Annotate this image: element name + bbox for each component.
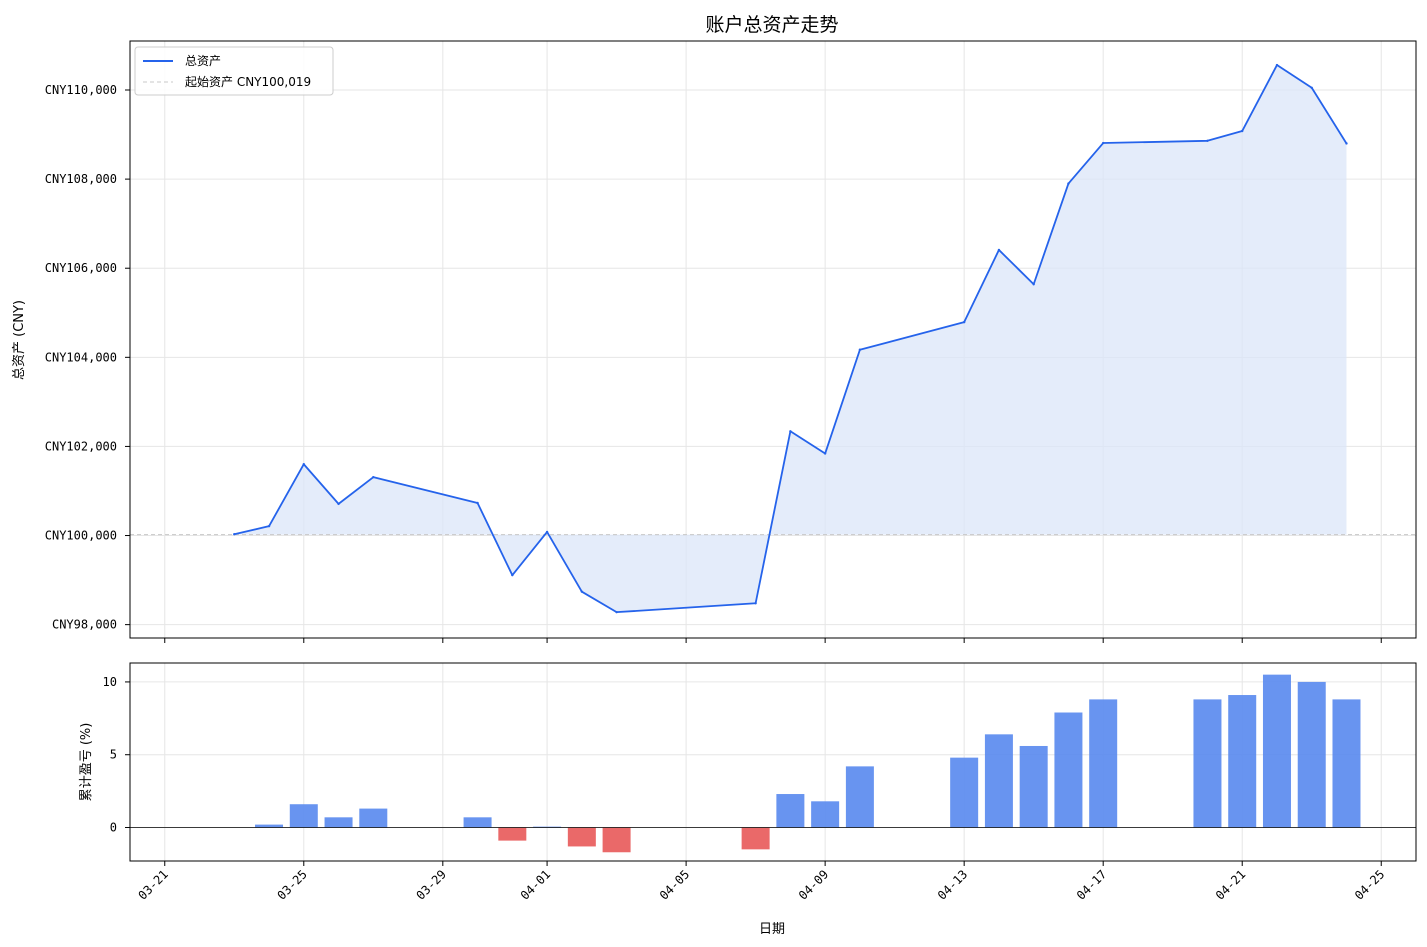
asset-point bbox=[302, 463, 305, 466]
top-y-tick-label: CNY102,000 bbox=[45, 439, 117, 453]
pnl-bars bbox=[255, 674, 1361, 853]
pnl-bar bbox=[289, 804, 318, 828]
asset-point bbox=[789, 430, 792, 433]
pnl-bar bbox=[602, 827, 631, 853]
chart-title: 账户总资产走势 bbox=[705, 14, 838, 36]
asset-point bbox=[1101, 141, 1105, 145]
asset-point bbox=[754, 602, 757, 605]
top-y-tick-label: CNY106,000 bbox=[45, 261, 117, 275]
pnl-bar bbox=[1262, 674, 1291, 828]
asset-point bbox=[1275, 63, 1279, 67]
asset-point bbox=[337, 502, 340, 506]
pnl-bar bbox=[811, 801, 840, 828]
asset-point bbox=[615, 610, 618, 614]
asset-point bbox=[1206, 139, 1209, 142]
legend: 总资产 起始资产 CNY100,019 bbox=[134, 46, 334, 96]
bottom-y-axis-title: 累计盈亏 (%) bbox=[79, 723, 94, 802]
x-axis-title: 日期 bbox=[759, 922, 785, 937]
pnl-bar bbox=[255, 824, 284, 828]
asset-area bbox=[234, 65, 1347, 613]
x-tick-label: 04-21 bbox=[1213, 867, 1248, 902]
x-tick-label: 04-17 bbox=[1074, 867, 1109, 902]
bottom-plot-frame bbox=[129, 662, 1417, 862]
asset-point bbox=[1310, 86, 1313, 89]
asset-point bbox=[476, 501, 479, 505]
pnl-bar bbox=[567, 827, 596, 847]
asset-point bbox=[823, 452, 827, 455]
x-tick-label: 03-21 bbox=[135, 867, 170, 902]
asset-point bbox=[545, 530, 549, 534]
asset-point bbox=[233, 532, 236, 536]
x-tick-label: 04-13 bbox=[935, 867, 970, 902]
top-y-axis-title: 总资产 (CNY) bbox=[12, 300, 27, 380]
pnl-bar bbox=[1054, 712, 1083, 828]
pnl-bar bbox=[498, 827, 527, 841]
x-tick-label: 03-29 bbox=[413, 867, 448, 902]
pnl-bar bbox=[950, 757, 979, 828]
pnl-bar bbox=[984, 734, 1013, 828]
top-y-tick-label: CNY104,000 bbox=[45, 350, 117, 364]
bottom-y-tick-label: 0 bbox=[110, 821, 117, 835]
asset-point bbox=[511, 573, 514, 577]
asset-area-fill bbox=[234, 65, 1347, 613]
bottom-y-tick-label: 10 bbox=[103, 675, 117, 689]
asset-point bbox=[372, 475, 375, 479]
bottom-y-axis: 0 5 10 bbox=[103, 675, 130, 835]
top-y-axis: CNY98,000 CNY100,000 CNY102,000 CNY104,000 C… bbox=[45, 83, 130, 632]
top-y-tick-label: CNY100,000 bbox=[45, 529, 117, 543]
x-tick-label: 03-25 bbox=[274, 867, 309, 902]
asset-point bbox=[1032, 283, 1035, 286]
asset-point bbox=[997, 248, 1001, 252]
bottom-grid bbox=[130, 663, 1416, 861]
top-y-tick-label: CNY108,000 bbox=[45, 172, 117, 186]
top-y-tick-label: CNY98,000 bbox=[52, 618, 117, 632]
pnl-bar bbox=[845, 766, 874, 828]
pnl-bar bbox=[741, 827, 770, 850]
asset-point bbox=[858, 348, 862, 351]
x-tick-label: 04-25 bbox=[1352, 867, 1387, 902]
x-tick-label: 04-01 bbox=[518, 867, 553, 902]
asset-point bbox=[962, 320, 966, 324]
asset-point bbox=[1345, 142, 1348, 145]
x-tick-label: 04-09 bbox=[796, 867, 831, 902]
asset-point bbox=[1241, 129, 1244, 133]
pnl-bar bbox=[1297, 681, 1326, 828]
pnl-bar bbox=[1019, 745, 1048, 828]
pnl-bar bbox=[1193, 699, 1222, 828]
bottom-x-axis: 03-21 03-25 03-29 04-01 04-05 04-09 04-13 04-17… bbox=[135, 861, 1387, 903]
legend-label-reference: 起始资产 CNY100,019 bbox=[185, 75, 311, 89]
x-tick-label: 04-05 bbox=[657, 867, 692, 902]
top-x-ticks bbox=[164, 638, 1382, 643]
pnl-bar bbox=[324, 817, 353, 828]
asset-chart: 账户总资产走势 CNY98,000CNY100,000CNY102,000CNY… bbox=[12, 14, 1417, 937]
pnl-bar bbox=[1089, 699, 1118, 828]
asset-point bbox=[580, 590, 584, 593]
pnl-bar bbox=[1228, 695, 1257, 828]
bottom-y-tick-label: 5 bbox=[110, 748, 117, 762]
asset-point bbox=[1067, 182, 1070, 185]
top-y-tick-label: CNY110,000 bbox=[45, 83, 117, 97]
pnl-bar bbox=[776, 794, 805, 828]
pnl-bar bbox=[359, 808, 388, 828]
pnl-bar bbox=[1332, 699, 1361, 828]
asset-point bbox=[267, 524, 271, 528]
legend-label-asset: 总资产 bbox=[185, 54, 221, 68]
pnl-bar bbox=[463, 817, 492, 828]
